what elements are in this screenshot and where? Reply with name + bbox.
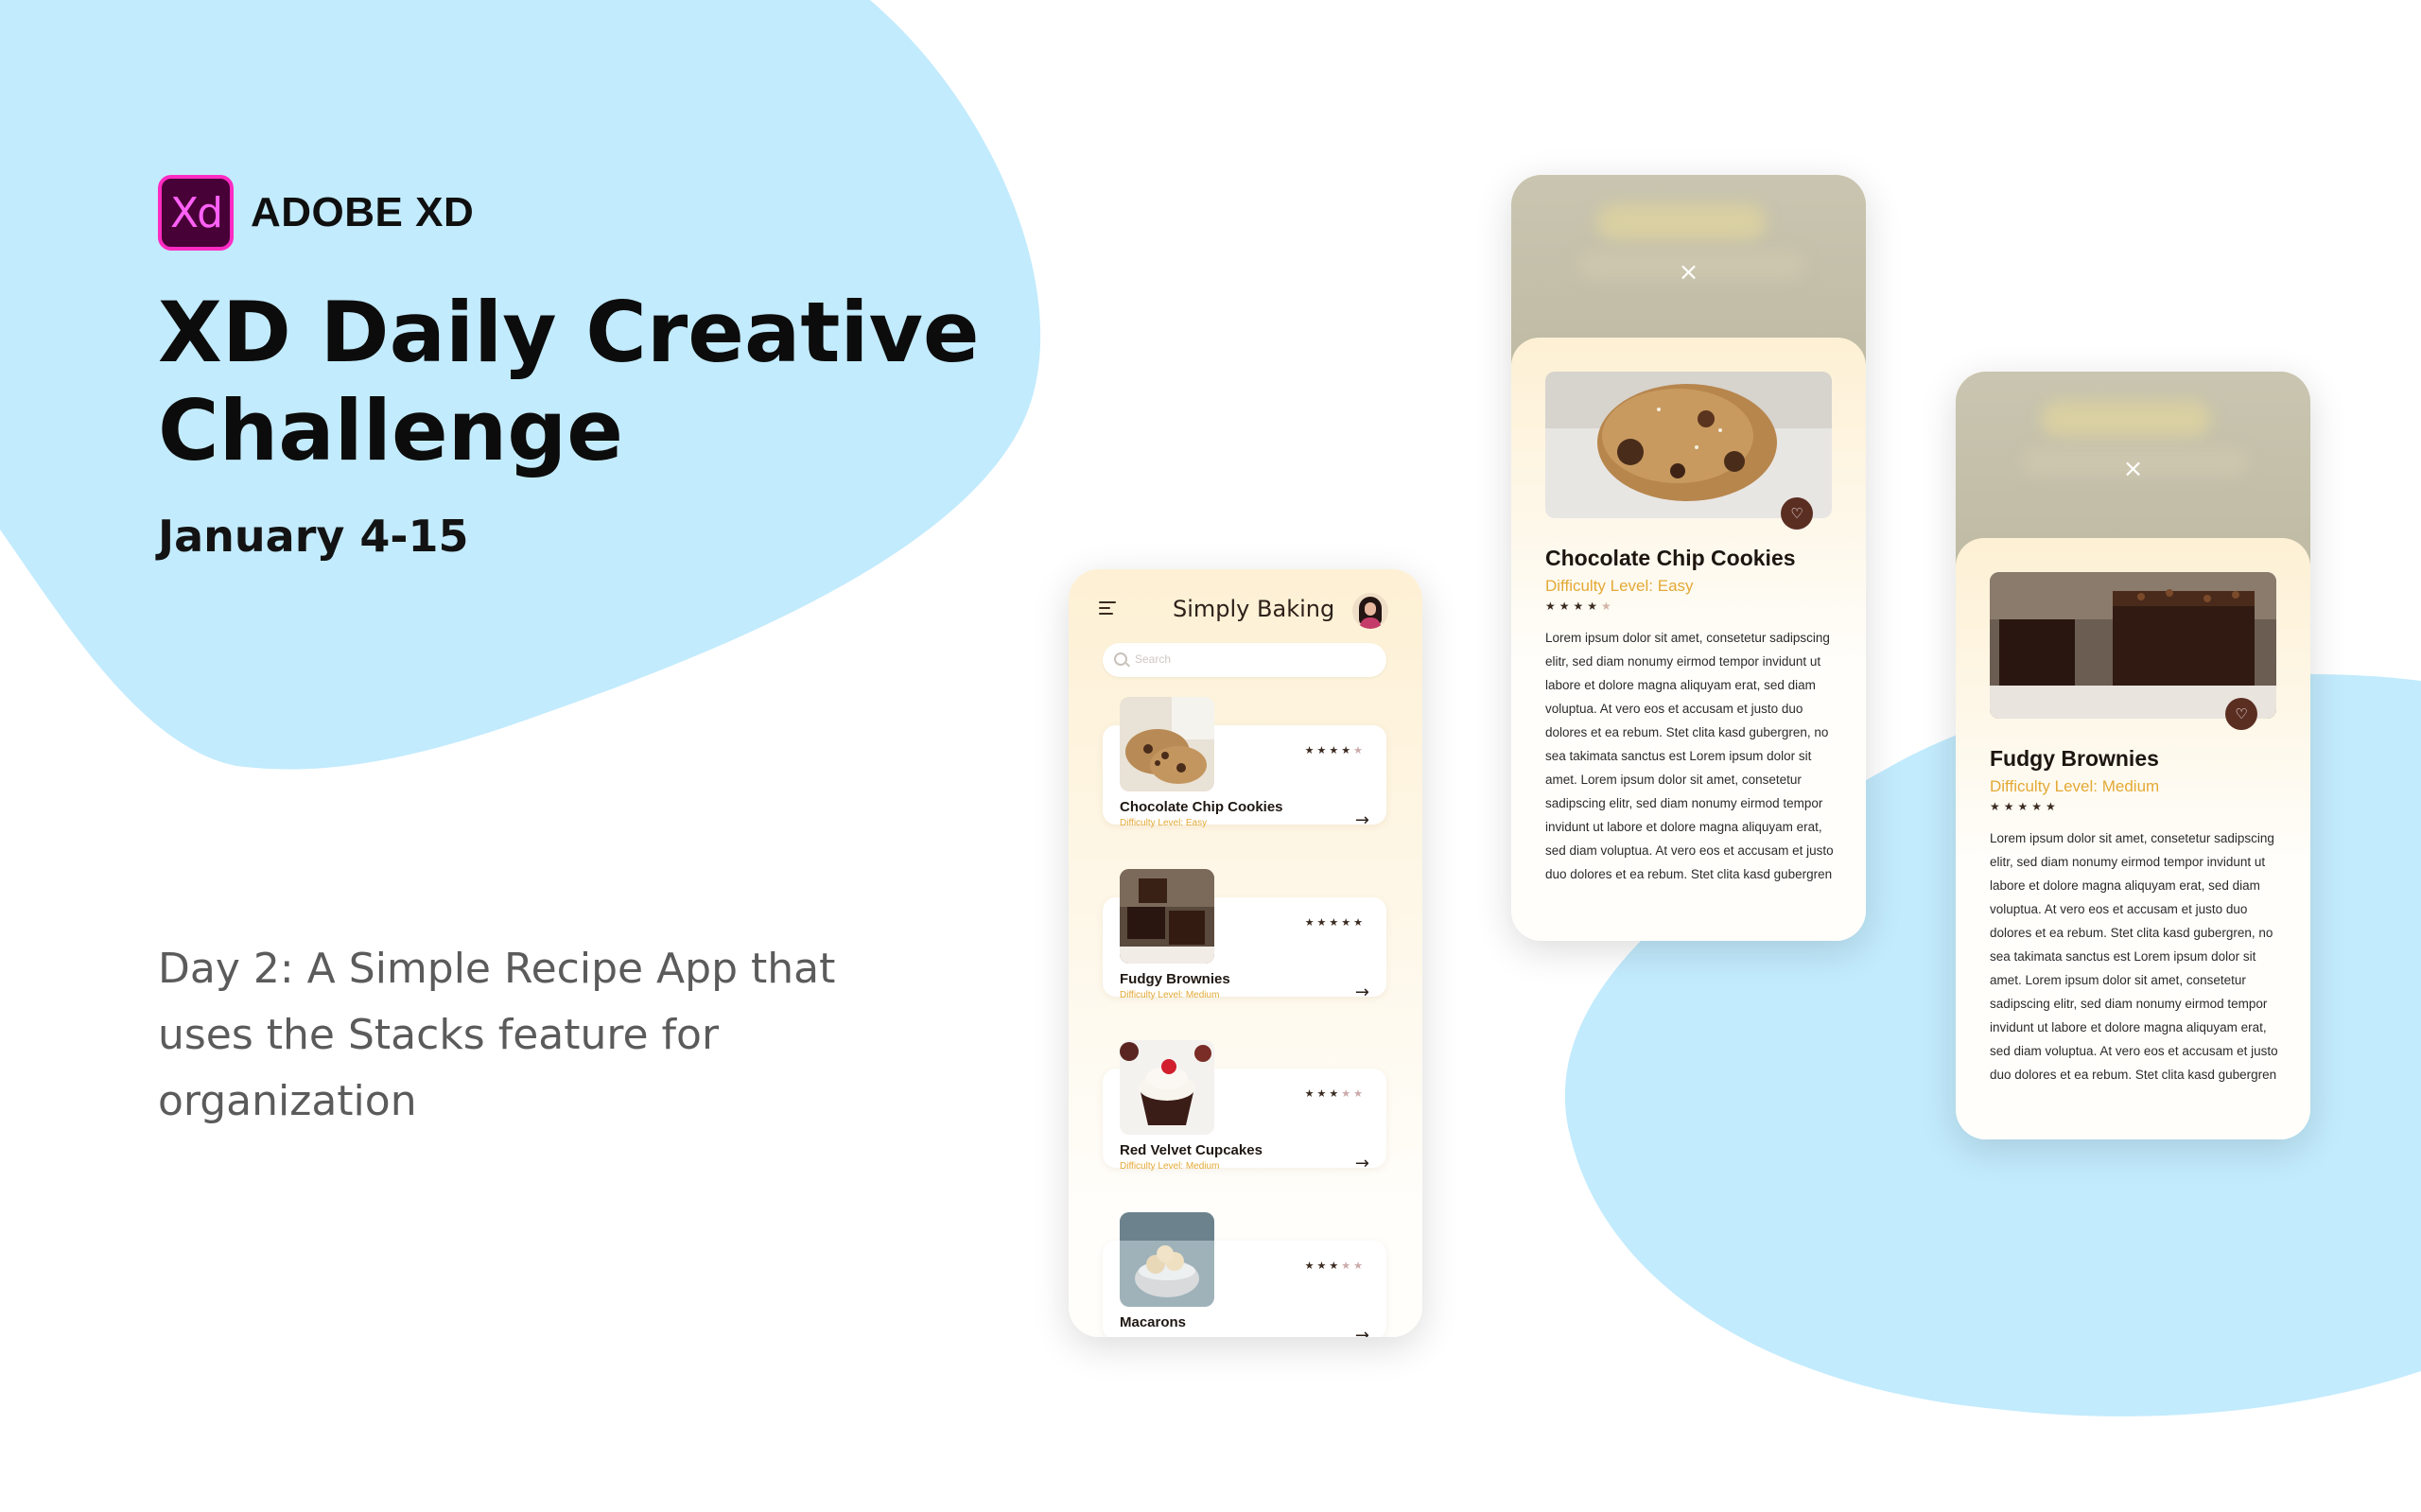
search-bar bbox=[1103, 643, 1386, 677]
difficulty-level: Difficulty Level: Easy bbox=[1545, 577, 1694, 595]
recipe-card-fudgy-brownies[interactable]: ★★★★★ Fudgy Brownies Difficulty Level: M… bbox=[1103, 869, 1386, 1002]
close-icon[interactable]: × bbox=[2123, 455, 2144, 483]
recipe-title: Chocolate Chip Cookies bbox=[1545, 546, 1796, 570]
recipe-list-screen: Simply Baking ★★★★★ Chocolate Chip Cooki… bbox=[1069, 569, 1422, 1337]
recipe-title: Fudgy Brownies bbox=[1990, 746, 2159, 771]
cookie-photo bbox=[1545, 372, 1832, 518]
recipe-name: Fudgy Brownies bbox=[1120, 971, 1230, 987]
recipe-card-red-velvet-cupcakes[interactable]: ★★★★★ Red Velvet Cupcakes Difficulty Lev… bbox=[1103, 1040, 1386, 1173]
rating-stars: ★★★★★ bbox=[1990, 800, 2060, 813]
difficulty-level: Difficulty Level: Medium bbox=[1120, 1161, 1220, 1172]
recipe-name: Macarons bbox=[1120, 1314, 1187, 1330]
recipe-description: Lorem ipsum dolor sit amet, consetetur s… bbox=[1990, 831, 2278, 1082]
recipe-description: Lorem ipsum dolor sit amet, consetetur s… bbox=[1545, 631, 1834, 881]
search-input[interactable] bbox=[1133, 652, 1364, 667]
rating-stars: ★★★★★ bbox=[1304, 744, 1366, 756]
detail-sheet: ♡ Chocolate Chip Cookies Difficulty Leve… bbox=[1511, 338, 1866, 941]
rating-stars: ★★★★★ bbox=[1304, 916, 1366, 929]
rating-stars: ★★★★★ bbox=[1545, 600, 1615, 613]
difficulty-level: Difficulty Level: Easy bbox=[1120, 818, 1208, 828]
brownie-photo bbox=[1990, 572, 2276, 719]
avatar[interactable] bbox=[1352, 593, 1388, 629]
arrow-right-icon[interactable]: → bbox=[1355, 1326, 1369, 1337]
challenge-description: Day 2: A Simple Recipe App that uses the… bbox=[158, 945, 836, 1125]
favorite-heart-icon[interactable]: ♡ bbox=[1781, 497, 1813, 530]
menu-icon[interactable] bbox=[1099, 601, 1116, 618]
arrow-right-icon[interactable]: → bbox=[1355, 1154, 1369, 1173]
arrow-right-icon[interactable]: → bbox=[1355, 982, 1369, 1002]
app-title: Simply Baking bbox=[1173, 596, 1335, 622]
rating-stars: ★★★★★ bbox=[1304, 1087, 1366, 1100]
close-icon[interactable]: × bbox=[1679, 258, 1699, 287]
difficulty-level: Difficulty Level: Medium bbox=[1120, 990, 1220, 1000]
favorite-heart-icon[interactable]: ♡ bbox=[2225, 698, 2257, 730]
recipe-card-macarons[interactable]: ★★★★★ Macarons → bbox=[1103, 1212, 1386, 1337]
macaron-thumbnail bbox=[1120, 1212, 1214, 1307]
recipe-name: Chocolate Chip Cookies bbox=[1120, 799, 1283, 815]
search-icon bbox=[1114, 652, 1127, 666]
arrow-right-icon[interactable]: → bbox=[1355, 810, 1369, 830]
rating-stars: ★★★★★ bbox=[1304, 1260, 1366, 1272]
cookie-thumbnail bbox=[1120, 697, 1214, 791]
brand-name: ADOBE XD bbox=[251, 189, 475, 235]
page-title: XD Daily Creative Challenge bbox=[158, 284, 980, 479]
app-header: Simply Baking bbox=[1069, 588, 1422, 635]
detail-sheet: ♡ Fudgy Brownies Difficulty Level: Mediu… bbox=[1956, 538, 2310, 1139]
xd-logo-icon: Xd bbox=[158, 175, 234, 251]
recipe-name: Red Velvet Cupcakes bbox=[1120, 1142, 1263, 1158]
recipe-detail-screen-cookies: × ♡ Chocolate Chip Cookies Difficulty Le… bbox=[1511, 175, 1866, 941]
adobe-xd-brand: Xd ADOBE XD bbox=[158, 175, 474, 251]
brownie-thumbnail bbox=[1120, 869, 1214, 964]
challenge-dates: January 4-15 bbox=[158, 511, 469, 562]
recipe-card-chocolate-chip-cookies[interactable]: ★★★★★ Chocolate Chip Cookies Difficulty … bbox=[1103, 697, 1386, 830]
recipe-detail-screen-brownies: × ♡ Fudgy Brownies Difficulty Level: Med… bbox=[1956, 372, 2310, 1139]
difficulty-level: Difficulty Level: Medium bbox=[1990, 777, 2160, 795]
cupcake-thumbnail bbox=[1120, 1040, 1214, 1135]
